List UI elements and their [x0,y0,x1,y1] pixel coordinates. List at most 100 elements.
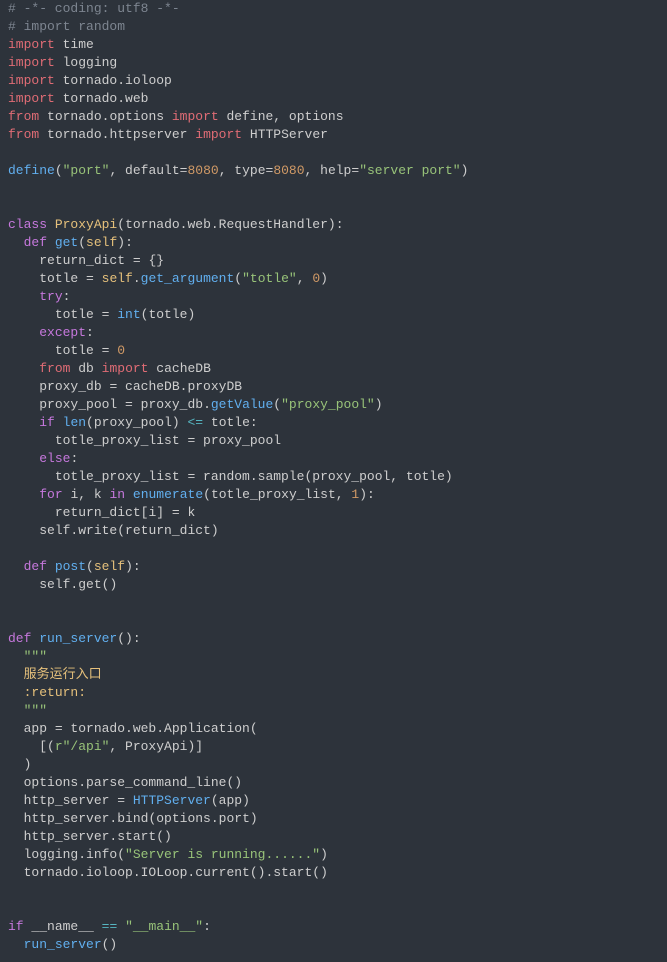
var: app [219,793,242,808]
fn: get_argument [141,271,235,286]
names: cacheDB [156,361,211,376]
var: return_dict [55,505,141,520]
str: "proxy_pool" [281,397,375,412]
kw: for [39,487,62,502]
kw: import [195,127,242,142]
kw: try [39,289,62,304]
base: tornado.web.RequestHandler [125,217,328,232]
doc: 服务运行入口 [24,667,102,682]
str: "server port" [359,163,460,178]
var: proxy_pool [94,415,172,430]
num: 8080 [187,163,218,178]
kw: import [102,361,149,376]
num: 0 [117,343,125,358]
kw: from [8,109,39,124]
fn: int [117,307,140,322]
kw: except [39,325,86,340]
var: totle [55,307,94,322]
fn: get [55,235,78,250]
expr: options.port [156,811,250,826]
names: define, options [227,109,344,124]
mod: tornado.httpserver [47,127,187,142]
fn: post [55,559,86,574]
self: self [86,235,117,250]
cls: ProxyApi [125,739,187,754]
fn: HTTPServer [133,793,211,808]
cls: ProxyApi [55,217,117,232]
var: totle [148,307,187,322]
expr: http_server.bind [24,811,149,826]
expr: options.parse_command_line [24,775,227,790]
fn: len [63,415,86,430]
kw: in [109,487,125,502]
kw: from [8,127,39,142]
var: http_server [24,793,110,808]
kw: def [24,235,47,250]
kw: else [39,451,70,466]
names: HTTPServer [250,127,328,142]
expr: tornado.ioloop.IOLoop.current().start [24,865,313,880]
var: proxy_db [141,397,203,412]
var: proxy_pool [312,469,390,484]
code-block: # -*- coding: utf8 -*- # import random i… [8,0,659,954]
str: "Server is running......" [125,847,320,862]
docq: """ [24,649,47,664]
expr: self.write [39,523,117,538]
kw: import [172,109,219,124]
var: i [148,505,156,520]
kw: from [39,361,70,376]
num: 1 [351,487,359,502]
str: "port" [63,163,110,178]
mod: tornado.web [63,91,149,106]
line: # import random [8,19,125,34]
var: totle [211,415,250,430]
fn: enumerate [133,487,203,502]
mod: time [63,37,94,52]
arg: default [125,163,180,178]
str: "totle" [242,271,297,286]
expr: http_server.start [24,829,157,844]
kw: import [8,91,55,106]
var: totle_proxy_list [211,487,336,502]
var: totle_proxy_list [55,433,180,448]
var: totle [39,271,78,286]
expr: cacheDB.proxyDB [125,379,242,394]
fn: run_server [24,937,102,952]
var: k [187,505,195,520]
arg: help [320,163,351,178]
expr: self.get [39,577,101,592]
self: self [94,559,125,574]
fn: tornado.web.Application [70,721,249,736]
kw: if [39,415,55,430]
var: i [70,487,78,502]
kw: class [8,217,47,232]
fn: getValue [211,397,273,412]
var: app [24,721,47,736]
str: r"/api" [55,739,110,754]
expr: logging.info [24,847,118,862]
arg: type [234,163,265,178]
var: k [94,487,102,502]
fn: run_server [39,631,117,646]
num: 8080 [273,163,304,178]
fn: define [8,163,55,178]
mod: tornado.options [47,109,164,124]
mod: db [78,361,94,376]
docq: """ [24,703,47,718]
var: totle [406,469,445,484]
var: proxy_db [39,379,101,394]
mod: logging [63,55,118,70]
var: return_dict [39,253,125,268]
var: proxy_pool [203,433,281,448]
num: 0 [312,271,320,286]
str: "__main__" [125,919,203,934]
line: # -*- coding: utf8 -*- [8,1,180,16]
kw: if [8,919,24,934]
self: self [102,271,133,286]
doc: :return: [24,685,86,700]
mod: tornado.ioloop [63,73,172,88]
kw: import [8,73,55,88]
kw: def [24,559,47,574]
var: return_dict [125,523,211,538]
kw: def [8,631,31,646]
